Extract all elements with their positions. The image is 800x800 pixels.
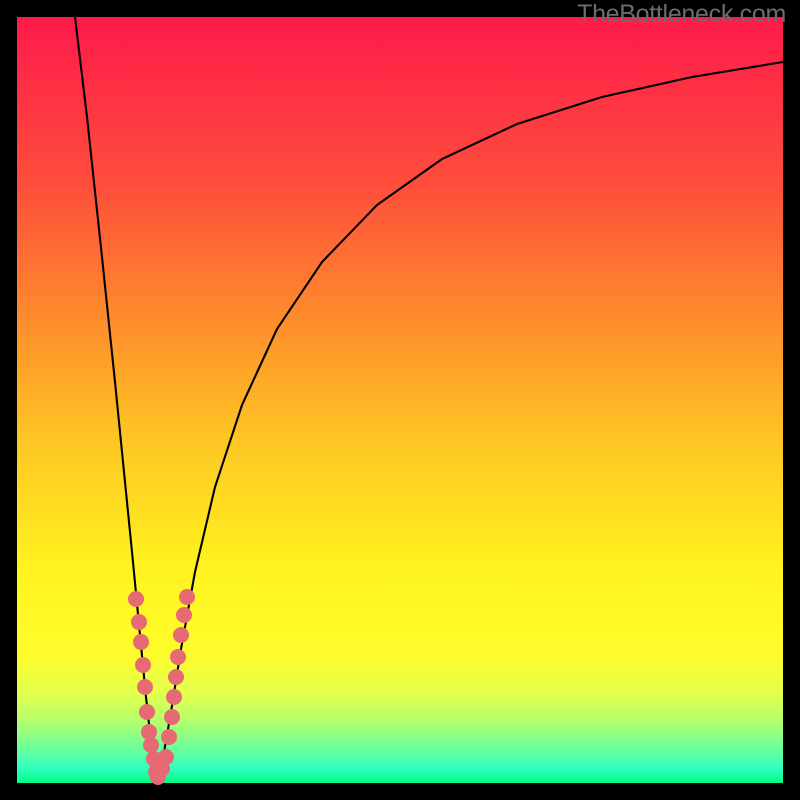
scatter-dot	[164, 709, 180, 725]
scatter-dot	[137, 679, 153, 695]
scatter-dot	[170, 649, 186, 665]
scatter-dots	[128, 589, 195, 785]
scatter-dot	[139, 704, 155, 720]
scatter-dot	[161, 729, 177, 745]
scatter-dot	[176, 607, 192, 623]
scatter-dot	[158, 749, 174, 765]
scatter-dot	[166, 689, 182, 705]
chart-svg	[17, 17, 783, 783]
bottleneck-curve	[75, 17, 783, 780]
scatter-dot	[131, 614, 147, 630]
scatter-dot	[143, 737, 159, 753]
scatter-dot	[168, 669, 184, 685]
scatter-dot	[135, 657, 151, 673]
chart-canvas: TheBottleneck.com	[0, 0, 800, 800]
scatter-dot	[128, 591, 144, 607]
chart-plot-area	[17, 17, 783, 783]
scatter-dot	[179, 589, 195, 605]
watermark-text: TheBottleneck.com	[577, 0, 786, 29]
scatter-dot	[173, 627, 189, 643]
scatter-dot	[133, 634, 149, 650]
